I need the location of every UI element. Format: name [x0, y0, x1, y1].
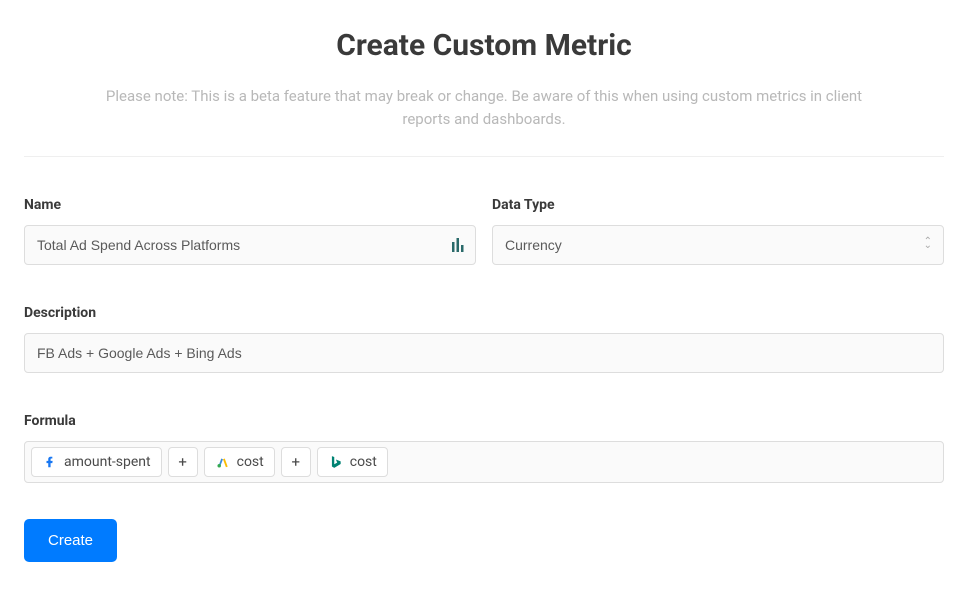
page-title: Create Custom Metric [24, 28, 944, 63]
formula-token-bing-cost[interactable]: cost [317, 447, 388, 477]
formula-input[interactable]: amount-spent + cost [24, 441, 944, 483]
formula-label: Formula [24, 413, 944, 429]
data-type-select[interactable]: Currency [492, 225, 944, 265]
beta-note: Please note: This is a beta feature that… [104, 85, 864, 130]
formula-operator-plus[interactable]: + [281, 447, 311, 477]
description-label: Description [24, 305, 944, 321]
google-ads-icon [215, 454, 231, 470]
formula-token-facebook-amount-spent[interactable]: amount-spent [31, 447, 162, 477]
divider [24, 156, 944, 157]
name-label: Name [24, 197, 476, 213]
name-input[interactable] [24, 225, 476, 265]
formula-token-label: amount-spent [64, 454, 151, 470]
formula-token-label: cost [237, 454, 264, 470]
create-button[interactable]: Create [24, 519, 117, 562]
bing-icon [328, 454, 344, 470]
facebook-icon [42, 454, 58, 470]
description-input[interactable] [24, 333, 944, 373]
formula-token-label: cost [350, 454, 377, 470]
data-type-label: Data Type [492, 197, 944, 213]
create-custom-metric-form: Create Custom Metric Please note: This i… [0, 0, 968, 602]
formula-token-google-ads-cost[interactable]: cost [204, 447, 275, 477]
formula-operator-plus[interactable]: + [168, 447, 198, 477]
